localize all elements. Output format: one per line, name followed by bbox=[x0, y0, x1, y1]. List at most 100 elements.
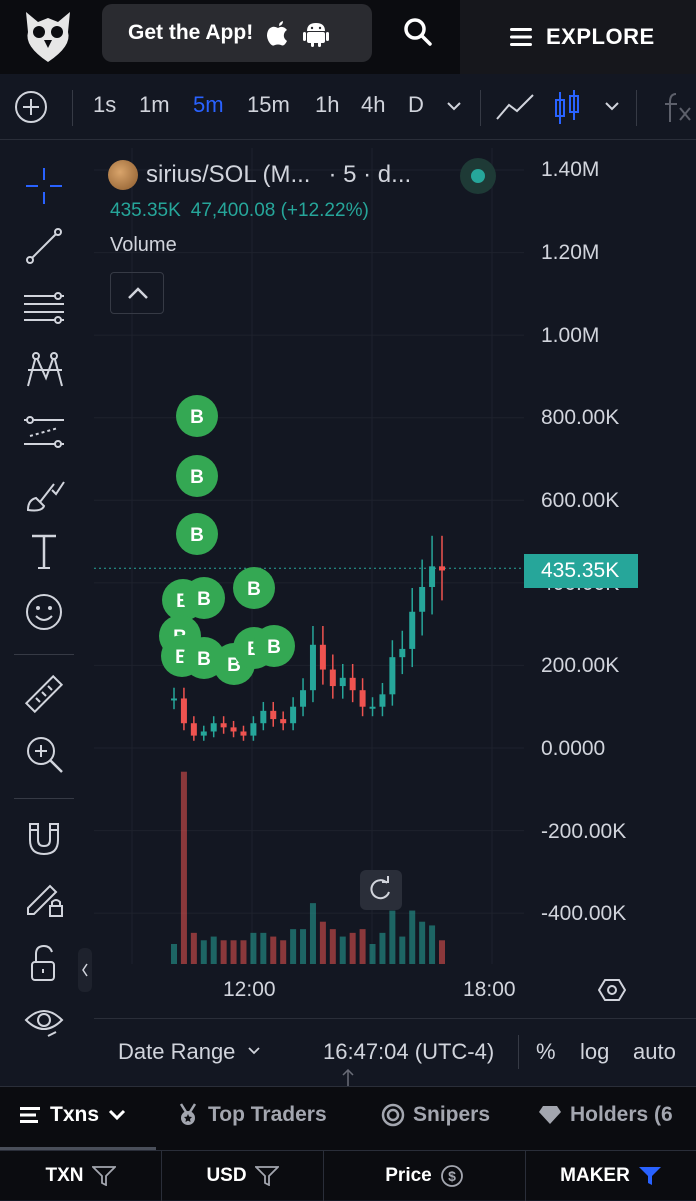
get-the-app-button[interactable]: Get the App! bbox=[102, 4, 372, 62]
chevron-down-icon[interactable] bbox=[602, 96, 622, 116]
ohlc-legend: 435.35K 47,400.08 (+12.22%) bbox=[110, 200, 369, 222]
buy-marker-label: B bbox=[247, 579, 261, 600]
price-tick: 200.00K bbox=[541, 654, 620, 677]
collapse-legend-button[interactable] bbox=[110, 272, 164, 314]
chart-settings-icon[interactable] bbox=[598, 976, 626, 1004]
column-txn[interactable]: TXN bbox=[0, 1151, 162, 1201]
interval-4h[interactable]: 4h bbox=[361, 92, 385, 118]
price-tick: 800.00K bbox=[541, 406, 620, 429]
indicators-fx-icon[interactable] bbox=[660, 90, 696, 126]
column-usd[interactable]: USD bbox=[162, 1151, 324, 1201]
target-icon bbox=[381, 1103, 405, 1127]
last-price-label: 435.35K bbox=[524, 554, 638, 588]
buy-marker-label: B bbox=[267, 637, 281, 658]
explore-menu-button[interactable]: EXPLORE bbox=[460, 0, 696, 74]
pattern-tool-icon[interactable] bbox=[22, 348, 66, 392]
candle-body bbox=[439, 566, 445, 571]
symbol-title[interactable]: sirius/SOL (M... bbox=[146, 161, 310, 189]
market-status[interactable] bbox=[460, 158, 496, 194]
horizontal-lines-icon[interactable] bbox=[22, 286, 66, 330]
buy-marker-label: B bbox=[190, 525, 204, 546]
tab-txns[interactable]: Txns bbox=[20, 1103, 127, 1127]
chart-pane[interactable]: BBBBBBBBBBBB sirius/SOL (M... · 5 · d...… bbox=[94, 148, 524, 964]
candle-body bbox=[230, 727, 237, 732]
emoji-icon[interactable] bbox=[22, 590, 66, 634]
hamburger-menu-icon bbox=[510, 28, 532, 46]
text-tool-icon[interactable] bbox=[22, 530, 66, 574]
candle-body bbox=[309, 644, 316, 691]
candle-body bbox=[429, 566, 436, 587]
crosshair-icon[interactable] bbox=[22, 164, 66, 208]
filter-icon[interactable] bbox=[91, 1166, 116, 1186]
chevron-down-icon[interactable] bbox=[444, 96, 464, 116]
volume-bar bbox=[260, 932, 267, 964]
android-icon bbox=[303, 23, 330, 47]
tab-snipers[interactable]: Snipers bbox=[381, 1103, 490, 1127]
price-tick: 0.0000 bbox=[541, 737, 606, 760]
chevron-up-icon bbox=[128, 287, 148, 299]
log-scale-toggle[interactable]: log bbox=[580, 1039, 609, 1065]
chevron-down-icon[interactable] bbox=[246, 1043, 262, 1059]
price-tick: -400.00K bbox=[541, 902, 627, 925]
tab-holders[interactable]: Holders (6 bbox=[538, 1103, 673, 1127]
date-range-button[interactable]: Date Range bbox=[118, 1039, 235, 1065]
toolbar-divider bbox=[636, 90, 637, 126]
time-tick: 12:00 bbox=[223, 978, 276, 1001]
candle-body bbox=[200, 731, 207, 736]
column-maker[interactable]: MAKER bbox=[526, 1151, 696, 1201]
unlock-icon[interactable] bbox=[22, 942, 66, 986]
line-chart-icon[interactable] bbox=[494, 92, 536, 124]
percent-scale-toggle[interactable]: % bbox=[536, 1039, 556, 1065]
candle-body bbox=[270, 710, 277, 720]
interval-1s[interactable]: 1s bbox=[93, 92, 116, 118]
buy-marker-label: B bbox=[197, 589, 211, 610]
tab-top-traders[interactable]: Top Traders bbox=[176, 1103, 327, 1127]
volume-bar bbox=[419, 921, 426, 964]
candle-body bbox=[419, 586, 426, 612]
magnet-icon[interactable] bbox=[22, 816, 66, 860]
toolbar-collapse-handle[interactable] bbox=[78, 948, 92, 992]
volume-bar bbox=[190, 932, 197, 964]
trend-line-icon[interactable] bbox=[22, 224, 66, 268]
apple-icon bbox=[267, 21, 288, 46]
auto-scale-toggle[interactable]: auto bbox=[633, 1039, 676, 1065]
owl-logo-icon[interactable] bbox=[22, 8, 74, 64]
add-symbol-icon[interactable] bbox=[14, 90, 48, 124]
price-tick: 1.40M bbox=[541, 158, 600, 181]
volume-bar bbox=[339, 936, 346, 964]
price-change-value: 47,400.08 (+12.22%) bbox=[190, 200, 369, 221]
candle-body bbox=[409, 611, 416, 649]
chevron-down-icon bbox=[108, 1109, 126, 1121]
price-scale[interactable]: 1.40M 1.20M 1.00M 800.00K 600.00K 400.00… bbox=[524, 148, 696, 964]
lock-drawings-icon[interactable] bbox=[22, 876, 66, 920]
get-app-label: Get the App! bbox=[128, 21, 254, 44]
candle-body bbox=[369, 706, 376, 709]
forecast-tool-icon[interactable] bbox=[22, 410, 66, 454]
interval-5m[interactable]: 5m bbox=[193, 92, 224, 118]
zoom-in-icon[interactable] bbox=[22, 732, 66, 776]
column-price[interactable]: Price $ bbox=[324, 1151, 526, 1201]
brush-icon[interactable] bbox=[22, 472, 66, 516]
candle-body bbox=[220, 723, 227, 728]
interval-15m[interactable]: 15m bbox=[247, 92, 290, 118]
drawing-toolbar bbox=[0, 140, 92, 1084]
interval-D[interactable]: D bbox=[408, 92, 424, 118]
volume-indicator-label[interactable]: Volume bbox=[110, 234, 177, 257]
eye-icon[interactable] bbox=[22, 1000, 66, 1044]
clock-timezone[interactable]: 16:47:04 (UTC-4) bbox=[323, 1039, 494, 1065]
volume-bar bbox=[409, 910, 416, 964]
reset-chart-button[interactable] bbox=[360, 870, 402, 910]
ruler-icon[interactable] bbox=[22, 672, 66, 716]
filter-icon[interactable] bbox=[254, 1166, 279, 1186]
filter-active-icon[interactable] bbox=[638, 1166, 662, 1186]
candle-body bbox=[250, 723, 257, 736]
interval-1m[interactable]: 1m bbox=[139, 92, 170, 118]
volume-bar bbox=[171, 944, 177, 964]
candlestick-chart-icon[interactable] bbox=[552, 88, 582, 128]
time-axis[interactable]: 12:00 18:00 bbox=[94, 966, 696, 1016]
search-icon[interactable] bbox=[400, 14, 436, 50]
price-chart[interactable]: BBBBBBBBBBBB bbox=[94, 148, 524, 964]
interval-1h[interactable]: 1h bbox=[315, 92, 339, 118]
dollar-coin-icon[interactable]: $ bbox=[440, 1164, 464, 1188]
candle-body bbox=[339, 677, 346, 687]
